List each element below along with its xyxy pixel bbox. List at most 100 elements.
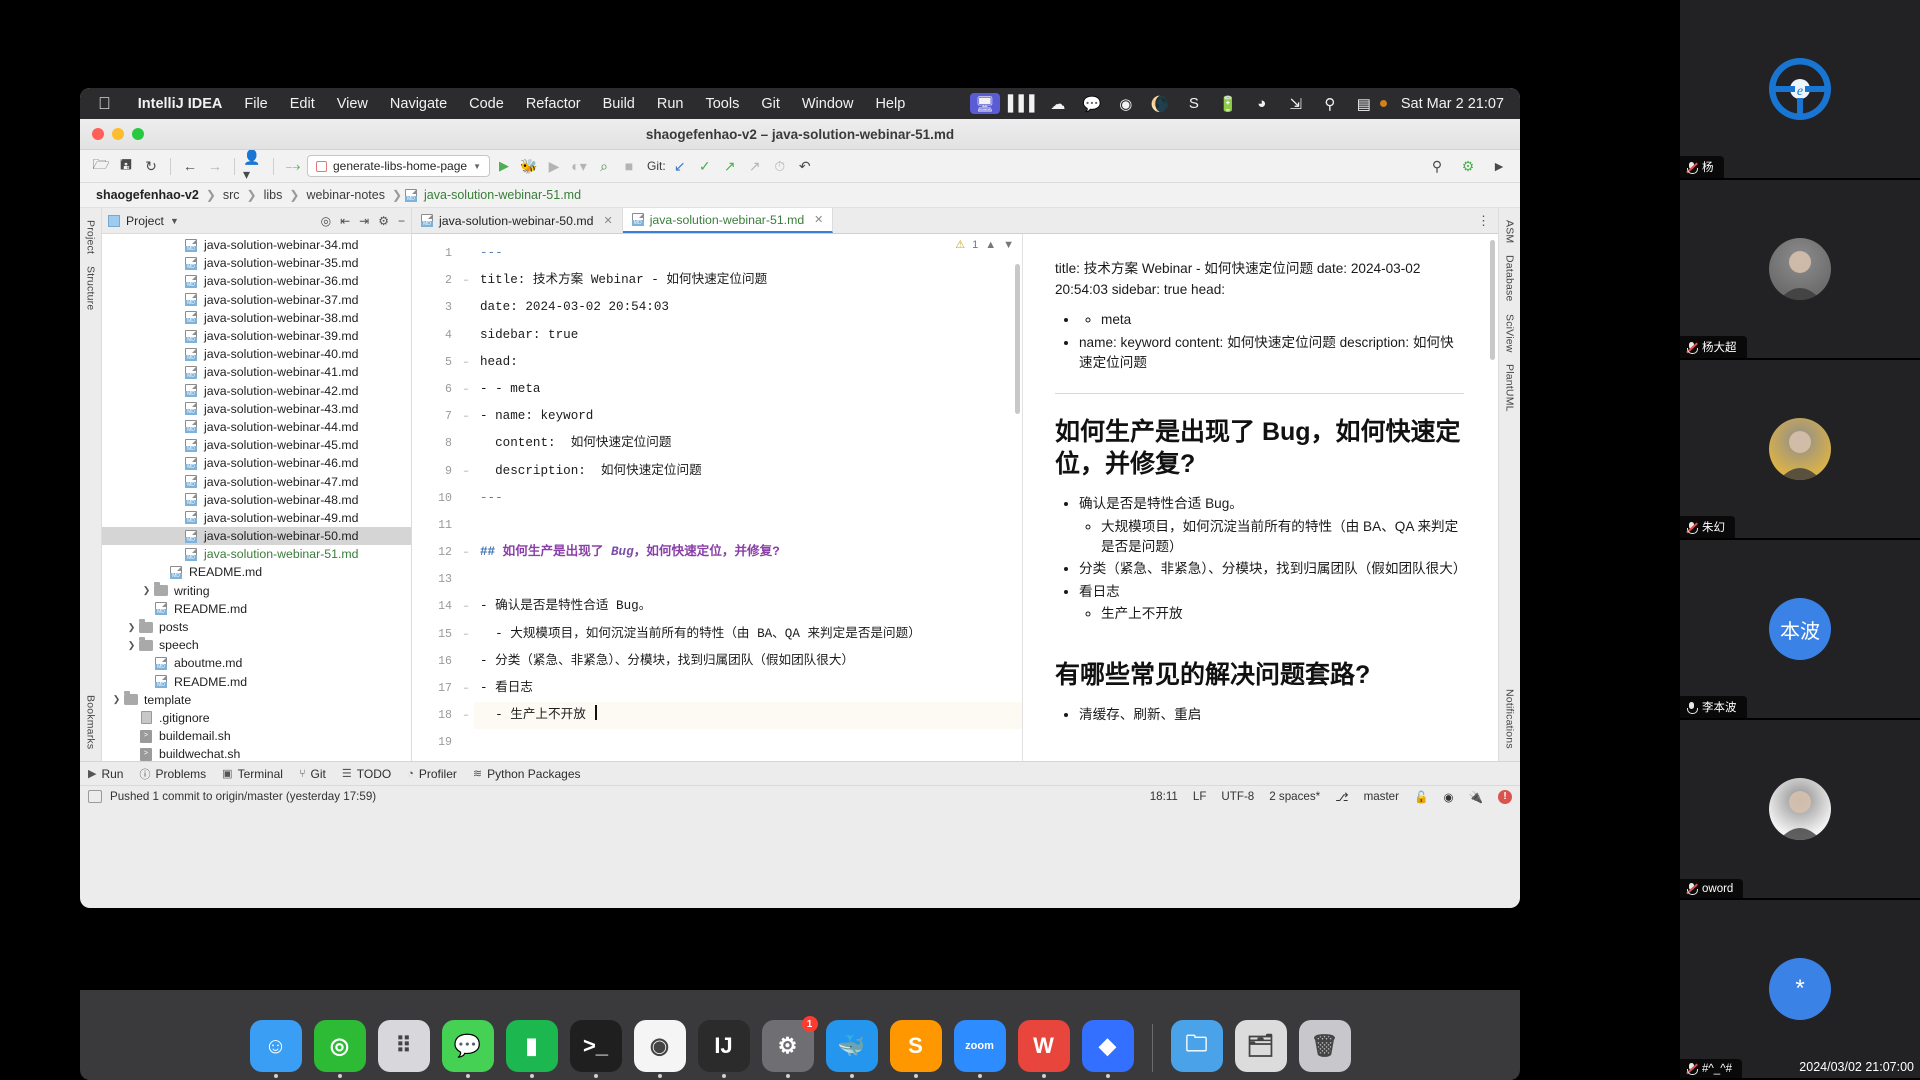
search-everywhere-icon[interactable]: ⚲ [1426, 155, 1448, 177]
minimize-icon[interactable]: − [398, 214, 405, 228]
audio-waveform-icon[interactable]: ▌▌▌ [1008, 94, 1040, 113]
menu-item-view[interactable]: View [326, 96, 379, 112]
back-arrow-icon[interactable]: ← [179, 155, 201, 177]
tree-row[interactable]: java-solution-webinar-45.md [102, 436, 411, 454]
gear-icon[interactable]: ⚙ [378, 214, 389, 228]
code-line[interactable]: --- [474, 485, 1022, 512]
code-line[interactable]: sidebar: true [474, 322, 1022, 349]
tool-window-button-todo[interactable]: ☰ TODO [342, 767, 391, 781]
wifi-icon[interactable]: ◕ [1252, 94, 1272, 113]
zoom-participant-tile[interactable]: 朱幻 [1680, 360, 1920, 540]
tree-row[interactable]: java-solution-webinar-40.md [102, 345, 411, 363]
inspection-icon[interactable]: ◉ [1443, 790, 1453, 804]
tree-row[interactable]: java-solution-webinar-43.md [102, 400, 411, 418]
dock-item-trash[interactable]: 🗑 [1298, 1020, 1351, 1072]
tree-row[interactable]: java-solution-webinar-44.md [102, 418, 411, 436]
record-icon[interactable]: ◉ [1116, 94, 1136, 113]
zoom-participant-tile[interactable]: 本波 李本波 [1680, 540, 1920, 720]
menu-item-run[interactable]: Run [646, 96, 695, 112]
expand-all-icon[interactable]: ⇥ [359, 214, 369, 228]
build-hammer-icon[interactable]: ⤍ [282, 155, 304, 177]
dock-item-settings[interactable]: ⚙ 1 [761, 1016, 818, 1078]
menu-item-git[interactable]: Git [750, 96, 791, 112]
menu-item-tools[interactable]: Tools [694, 96, 750, 112]
push-icon[interactable]: ↗ [719, 155, 741, 177]
dock-item-wechat[interactable]: ◎ [313, 1020, 366, 1078]
profile-icon[interactable]: ◐▾ [568, 155, 590, 177]
editor-tabs-options-icon[interactable]: ⋮ [1469, 208, 1498, 233]
dock-item-feishu[interactable]: ◆ [1081, 1020, 1134, 1078]
code-line[interactable]: description: 如何快速定位问题 [474, 458, 1022, 485]
tree-row[interactable]: ❯ speech [102, 636, 411, 654]
moon-icon[interactable]: 🌘 [1150, 94, 1170, 113]
dock-item-finder[interactable]: ☺ [249, 1020, 302, 1078]
dock-item-docker[interactable]: 🐳 [825, 1020, 878, 1078]
menu-item-file[interactable]: File [233, 96, 278, 112]
code-line[interactable]: --- [474, 240, 1022, 267]
status-caret-position[interactable]: 18:11 [1150, 790, 1178, 803]
editor-code-lines[interactable]: --- title: 技术方案 Webinar - 如何快速定位问题 date: 2… [474, 234, 1022, 761]
tree-row[interactable]: java-solution-webinar-35.md [102, 254, 411, 272]
fold-marker-icon[interactable]: − [458, 349, 474, 376]
plug-icon[interactable]: 🔌 [1469, 790, 1483, 804]
preview-scrollbar[interactable] [1490, 240, 1495, 360]
fold-marker-icon[interactable]: − [458, 675, 474, 702]
fold-marker-icon[interactable]: − [458, 376, 474, 403]
tree-row[interactable]: README.md [102, 600, 411, 618]
tool-window-button-profiler[interactable]: ◔ Profiler [407, 767, 457, 781]
control-center-icon[interactable]: ▤ [1354, 94, 1374, 113]
chevron-right-icon[interactable]: ❯ [140, 585, 153, 596]
breadcrumb-project[interactable]: shaogefenhao-v2 [92, 188, 203, 202]
code-line[interactable] [474, 729, 1022, 756]
commit-icon[interactable]: ✓ [694, 155, 716, 177]
tree-row[interactable]: java-solution-webinar-38.md [102, 309, 411, 327]
save-icon[interactable]: 🖪 [115, 155, 137, 177]
forward-arrow-icon[interactable]: → [204, 155, 226, 177]
dock-item-launchpad[interactable]: ⠿ [377, 1020, 430, 1072]
breadcrumb-src[interactable]: src [219, 188, 244, 202]
close-tab-icon[interactable]: ✕ [810, 213, 823, 226]
dock-item-messages[interactable]: 💬 [441, 1020, 494, 1078]
sync-icon[interactable]: ↻ [140, 155, 162, 177]
tree-row[interactable]: java-solution-webinar-47.md [102, 472, 411, 490]
menu-item-edit[interactable]: Edit [279, 96, 326, 112]
menu-item-navigate[interactable]: Navigate [379, 96, 458, 112]
apple-logo-icon[interactable]:  [98, 95, 111, 112]
tool-window-button-problems[interactable]: ⓘ Problems [139, 766, 206, 782]
ai-assistant-icon[interactable]: ► [1488, 155, 1510, 177]
update-project-icon[interactable]: ↙ [669, 155, 691, 177]
rail-item-asm[interactable]: ASM [1502, 214, 1518, 249]
tree-row[interactable]: java-solution-webinar-51.md [102, 545, 411, 563]
code-line[interactable]: - 大规模项目，如何沉淀当前所有的特性（由 BA、QA 来判定是否是问题） [474, 621, 1022, 648]
dock-item-numbers[interactable]: ▮ [505, 1020, 558, 1078]
dock-item-wps[interactable]: W [1017, 1020, 1070, 1078]
run-configuration-selector[interactable]: generate-libs-home-page ▼ [307, 155, 491, 177]
project-file-tree[interactable]: java-solution-webinar-34.md java-solution… [102, 234, 411, 761]
menu-item-refactor[interactable]: Refactor [515, 96, 592, 112]
close-tab-icon[interactable]: ✕ [599, 214, 612, 227]
fold-marker-icon[interactable]: − [458, 621, 474, 648]
code-editor-pane[interactable]: ⚠ 1 ▲ ▼ 12345678910111213141516171819202… [412, 234, 1022, 761]
tree-row[interactable]: ❯ writing [102, 582, 411, 600]
menu-item-code[interactable]: Code [458, 96, 515, 112]
fold-marker-icon[interactable]: − [458, 702, 474, 729]
tree-row[interactable]: java-solution-webinar-42.md [102, 382, 411, 400]
fold-marker-icon[interactable]: − [458, 593, 474, 620]
tree-row[interactable]: README.md [102, 563, 411, 581]
dock-item-screenshots-folder[interactable]: 🗂 [1234, 1020, 1287, 1072]
dock-item-zoom[interactable]: zoom [953, 1020, 1006, 1078]
tree-row[interactable]: aboutme.md [102, 654, 411, 672]
editor-vertical-scrollbar[interactable] [1015, 264, 1020, 414]
tree-row[interactable]: java-solution-webinar-46.md [102, 454, 411, 472]
cloud-icon[interactable]: ☁ [1048, 94, 1068, 113]
code-line[interactable]: head: [474, 349, 1022, 376]
bluetooth-icon[interactable]: ⇲ [1286, 94, 1306, 113]
code-line[interactable]: title: 技术方案 Webinar - 如何快速定位问题 [474, 267, 1022, 294]
breadcrumb-file[interactable]: java-solution-webinar-51.md [420, 188, 585, 202]
tree-row[interactable]: > buildwechat.sh [102, 745, 411, 761]
fold-marker-icon[interactable]: − [458, 757, 474, 761]
status-line-separator[interactable]: LF [1193, 790, 1207, 803]
code-line[interactable]: - name: keyword [474, 403, 1022, 430]
zoom-participant-tile[interactable]: e杨 [1680, 0, 1920, 180]
sogou-input-icon[interactable]: S [1184, 94, 1204, 113]
